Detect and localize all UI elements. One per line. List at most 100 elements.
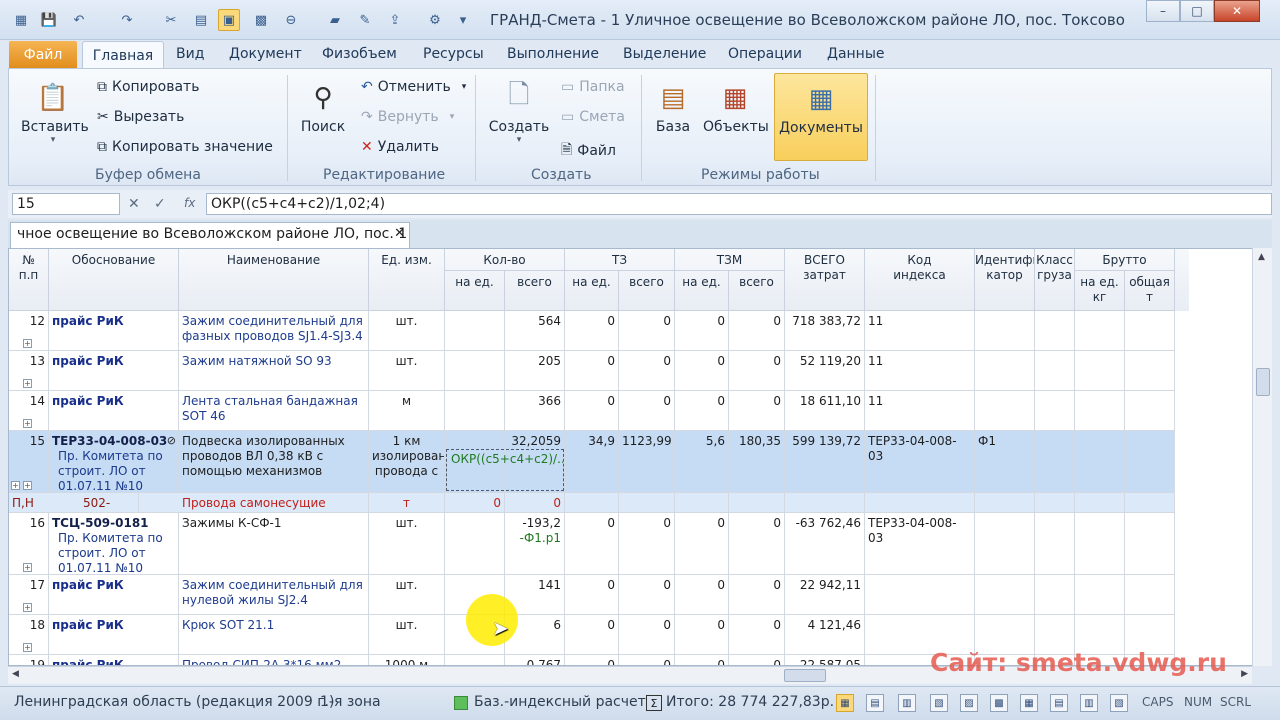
column-header-tzm-total[interactable]: всего	[729, 271, 785, 311]
table-row[interactable]: 12 + прайс РиК Зажим соединительный для фаз…	[9, 311, 1175, 351]
attachment-icon[interactable]: ⊘	[167, 433, 176, 448]
document-tab[interactable]: чное освещение во Всеволожском районе ЛО…	[10, 222, 410, 248]
cell-basis[interactable]: ТСЦ-509-0181 Пр. Комитета по строит. ЛО о…	[49, 513, 179, 574]
cell-tzm-unit[interactable]: 0	[675, 311, 729, 350]
cell-tzm-unit[interactable]: 0	[675, 513, 729, 574]
column-header-brutto-total[interactable]: общая т	[1125, 271, 1175, 311]
cell-brutto-unit[interactable]	[1075, 575, 1125, 614]
cell-qty-total[interactable]: 564	[505, 311, 565, 350]
folder-icon[interactable]: ▰	[324, 9, 346, 31]
cell-code[interactable]: ТЕР33-04-008-03	[865, 431, 975, 492]
view-mode-icon[interactable]: ▤	[1050, 694, 1068, 712]
file-button[interactable]: 🗎 Файл	[561, 139, 616, 163]
cell-total[interactable]: -63 762,46	[785, 513, 865, 574]
cell-total[interactable]: 22 942,11	[785, 575, 865, 614]
cell-brutto-total[interactable]	[1125, 311, 1175, 350]
back-icon[interactable]: ⊖	[280, 9, 302, 31]
cell-name[interactable]: Зажим соединительный для фазных проводов…	[179, 311, 369, 350]
cell-total[interactable]: 52 119,20	[785, 351, 865, 390]
base-button[interactable]: ▤ База	[651, 81, 695, 135]
cell-brutto-total[interactable]	[1125, 431, 1175, 492]
cell-tz-unit[interactable]: 0	[565, 575, 619, 614]
cell-tzm-unit[interactable]: 0	[675, 391, 729, 430]
cell-name[interactable]: Крюк SOT 21.1	[179, 615, 369, 654]
expand-icon[interactable]: +	[23, 379, 32, 388]
cell-code[interactable]: 11	[865, 351, 975, 390]
cell-tz-total[interactable]: 0	[619, 351, 675, 390]
cell-tzm-unit[interactable]	[675, 493, 729, 512]
cell-tz-total[interactable]: 0	[619, 513, 675, 574]
cell-class[interactable]	[1035, 431, 1075, 492]
column-header-total[interactable]: ВСЕГО затрат	[785, 249, 865, 311]
cell-tzm-total[interactable]: 0	[729, 513, 785, 574]
cell-code[interactable]	[865, 493, 975, 512]
expand-icon[interactable]: +	[23, 419, 32, 428]
view-mode-icon[interactable]: ▤	[866, 694, 884, 712]
column-header-np[interactable]: № п.п	[9, 249, 49, 311]
column-header-brutto-unit[interactable]: на ед. кг	[1075, 271, 1125, 311]
cell-tzm-unit[interactable]: 0	[675, 575, 729, 614]
cell-unit[interactable]: 1 км изолированного провода с	[369, 431, 445, 492]
cell-reference-field[interactable]: 15	[12, 193, 120, 215]
cell-tz-total[interactable]	[619, 493, 675, 512]
cell-unit[interactable]: т	[369, 493, 445, 512]
cell-basis[interactable]: прайс РиК	[49, 351, 179, 390]
estimate-button[interactable]: ▭ Смета	[561, 109, 625, 125]
cell-tzm-total[interactable]: 0	[729, 615, 785, 654]
create-button[interactable]: 🗋 Создать ▾	[487, 80, 551, 145]
cell-basis[interactable]: прайс РиК	[49, 311, 179, 350]
cell-brutto-total[interactable]	[1125, 351, 1175, 390]
resource-subrow[interactable]: П,Н 502-9102 Провода самонесущие изолиро т 0…	[9, 493, 1175, 513]
cell-unit[interactable]: шт.	[369, 513, 445, 574]
view-mode-icon[interactable]: ▨	[960, 694, 978, 712]
cell-unit[interactable]: шт.	[369, 351, 445, 390]
cell-tz-unit[interactable]: 0	[565, 615, 619, 654]
expand-icon[interactable]: +	[23, 339, 32, 348]
cell-tz-unit[interactable]: 0	[565, 351, 619, 390]
cell-brutto-unit[interactable]	[1075, 513, 1125, 574]
cell-np[interactable]: 13 +	[9, 351, 49, 390]
cell-qty-unit[interactable]	[445, 513, 505, 574]
cell-ident[interactable]	[975, 575, 1035, 614]
cell-np[interactable]: 17 +	[9, 575, 49, 614]
calc-icon[interactable]: ▤	[190, 9, 212, 31]
documents-button[interactable]: ▦ Документы	[774, 73, 868, 161]
cell-qty-unit[interactable]	[445, 655, 505, 665]
close-icon[interactable]: ✕	[394, 226, 405, 241]
column-header-unit[interactable]: Ед. изм.	[369, 249, 445, 311]
dropdown-icon[interactable]: ▾	[452, 9, 474, 31]
tab-data[interactable]: Данные	[827, 46, 885, 62]
cell-tzm-unit[interactable]: 0	[675, 615, 729, 654]
paste-button[interactable]: 📋 Вставить ▾	[21, 81, 89, 145]
scroll-left-icon[interactable]: ◀	[12, 669, 19, 679]
cell-np[interactable]: 18 +	[9, 615, 49, 654]
redo-button[interactable]: ↷ Вернуть ▾	[361, 109, 454, 125]
table-row[interactable]: 17 + прайс РиК Зажим соединительный для нул…	[9, 575, 1175, 615]
cell-tz-total[interactable]: 0	[619, 655, 675, 665]
column-header-tz-unit[interactable]: на ед.	[565, 271, 619, 311]
vertical-scrollbar[interactable]: ▲	[1252, 248, 1272, 666]
column-header-tz-total[interactable]: всего	[619, 271, 675, 311]
cell-brutto-total[interactable]	[1125, 575, 1175, 614]
cell-basis[interactable]: прайс РиК	[49, 655, 179, 665]
cell-class[interactable]	[1035, 575, 1075, 614]
formula-input[interactable]: ОКР((с5+с4+с2)/1,02;4)	[206, 193, 1272, 215]
cell-tzm-total[interactable]: 0	[729, 655, 785, 665]
cell-tzm-unit[interactable]: 0	[675, 351, 729, 390]
folder-button[interactable]: ▭ Папка	[561, 79, 625, 95]
cell-ident[interactable]	[975, 351, 1035, 390]
column-header-qty[interactable]: Кол-во	[445, 249, 565, 271]
cell-tz-unit[interactable]: 0	[565, 391, 619, 430]
cell-total[interactable]: 18 611,10	[785, 391, 865, 430]
tab-resources[interactable]: Ресурсы	[423, 46, 484, 62]
minimize-button[interactable]: –	[1146, 0, 1180, 22]
cell-name[interactable]: Зажим натяжной SO 93	[179, 351, 369, 390]
cell-brutto-unit[interactable]	[1075, 493, 1125, 512]
cell-unit[interactable]: шт.	[369, 615, 445, 654]
cell-tzm-unit[interactable]: 0	[675, 655, 729, 665]
cell-unit[interactable]: шт.	[369, 311, 445, 350]
cell-code[interactable]	[865, 575, 975, 614]
tools-icon[interactable]: ✂	[160, 9, 182, 31]
view-mode-icon[interactable]: ▧	[930, 694, 948, 712]
cell-ident[interactable]	[975, 513, 1035, 574]
